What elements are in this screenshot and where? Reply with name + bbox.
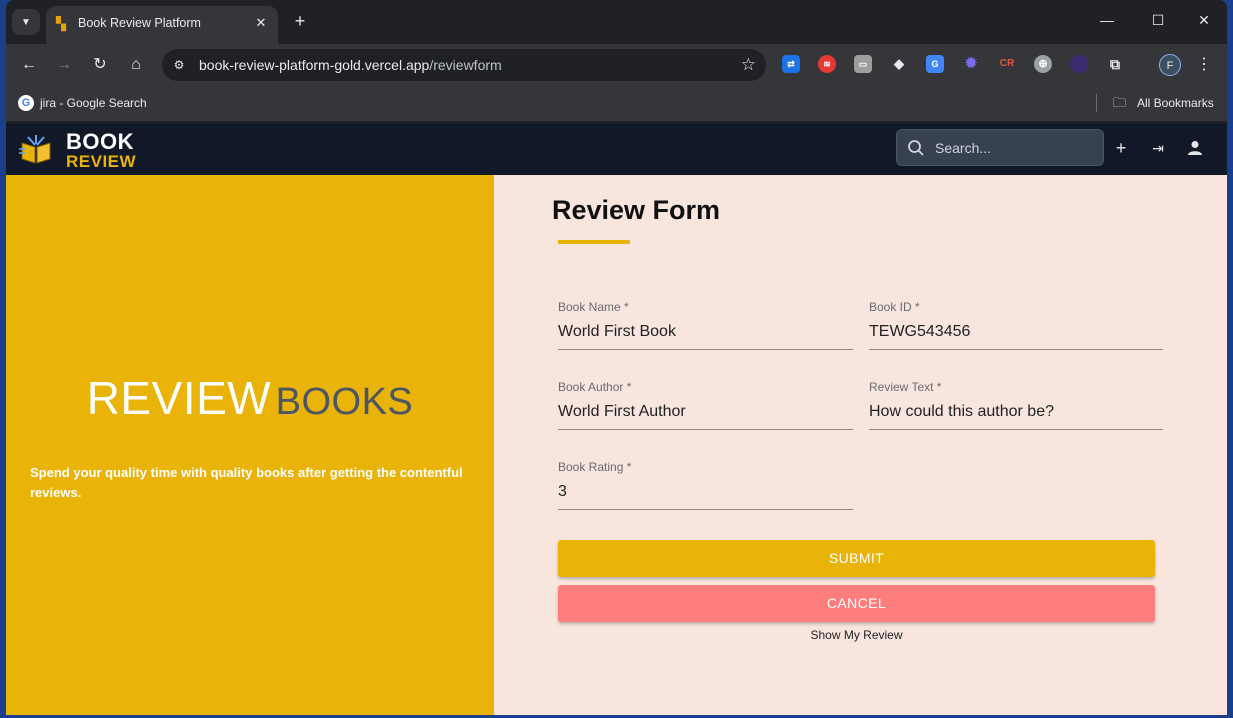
book-favicon-icon: ▚ [56, 16, 66, 31]
address-bar[interactable]: ⚙ book-review-platform-gold.vercel.app/r… [162, 49, 766, 81]
book-author-field[interactable]: Book Author * [558, 380, 853, 430]
cancel-button[interactable]: CANCEL [558, 585, 1155, 622]
moon-ext-icon[interactable] [1070, 55, 1088, 73]
new-tab-button[interactable]: + [289, 10, 311, 32]
bookmarks-bar: G jira - Google Search 🗀 All Bookmarks [6, 86, 1227, 122]
puzzle-icon[interactable]: ⧉ [1106, 55, 1124, 73]
close-tab-icon[interactable]: ✕ [252, 14, 270, 32]
google-icon: G [18, 95, 34, 111]
browser-window: ▼ ▚ Book Review Platform ✕ + — ☐ ✕ ← → ↻… [6, 0, 1227, 715]
review-text-label: Review Text * [869, 380, 942, 394]
globe-ext-icon[interactable]: ⊕ [1034, 55, 1052, 73]
hero-title-books: BOOKS [275, 381, 414, 423]
show-my-review-link[interactable]: Show My Review [558, 628, 1155, 642]
user-icon[interactable] [1185, 138, 1205, 158]
logout-icon[interactable]: ⇥ [1148, 138, 1168, 158]
browser-toolbar: ← → ↻ ⌂ ⚙ book-review-platform-gold.verc… [6, 44, 1227, 86]
bookmarks-divider [1096, 94, 1097, 112]
book-id-label: Book ID * [869, 300, 920, 314]
search-icon [908, 140, 924, 156]
search-input[interactable] [935, 130, 1095, 165]
submit-button[interactable]: SUBMIT [558, 540, 1155, 577]
tab-search-button[interactable]: ▼ [12, 9, 40, 35]
hero-title-review: REVIEW [86, 372, 272, 424]
star-ext-icon[interactable]: ✹ [962, 55, 980, 73]
book-id-input[interactable] [869, 320, 1163, 344]
logo-text-review[interactable]: REVIEW [66, 152, 136, 172]
minimize-button[interactable]: — [1097, 10, 1117, 30]
maximize-button[interactable]: ☐ [1148, 10, 1168, 30]
tag-ext-icon[interactable]: ◆ [890, 55, 908, 73]
bookmark-star-icon[interactable]: ☆ [741, 55, 756, 75]
app-page: BOOK REVIEW + ⇥ REVIEW BOOKS Spend your [6, 123, 1227, 715]
book-logo-icon [19, 135, 51, 164]
hero-subtitle: Spend your quality time with quality boo… [30, 465, 463, 500]
book-rating-label: Book Rating * [558, 460, 632, 474]
window-ext-icon[interactable]: ▭ [854, 55, 872, 73]
url-text[interactable]: book-review-platform-gold.vercel.app/rev… [199, 57, 502, 73]
site-info-icon[interactable]: ⚙ [170, 56, 188, 74]
bookmark-jira[interactable]: jira - Google Search [40, 96, 147, 110]
form-panel: Review Form Book Name * Book ID * Book A… [494, 175, 1227, 715]
red-circle-ext-icon[interactable]: ≋ [818, 55, 836, 73]
review-text-input[interactable] [869, 400, 1163, 424]
browser-menu-icon[interactable]: ⋮ [1196, 54, 1212, 76]
folder-icon: 🗀 [1113, 95, 1127, 110]
google-translate-ext-icon[interactable]: G [926, 55, 944, 73]
book-rating-field[interactable]: Book Rating * [558, 460, 853, 510]
search-box[interactable] [896, 129, 1104, 166]
forward-icon[interactable]: → [53, 54, 75, 76]
title-underline [558, 240, 630, 244]
back-icon[interactable]: ← [18, 54, 40, 76]
book-rating-input[interactable] [558, 480, 853, 504]
book-author-label: Book Author * [558, 380, 632, 394]
book-name-label: Book Name * [558, 300, 629, 314]
close-window-button[interactable]: ✕ [1194, 10, 1214, 30]
tab-title: Book Review Platform [78, 16, 201, 30]
translate-ext-icon[interactable]: ⇄ [782, 55, 800, 73]
book-author-input[interactable] [558, 400, 853, 424]
tab-strip: ▼ ▚ Book Review Platform ✕ + — ☐ ✕ [6, 0, 1227, 44]
book-name-field[interactable]: Book Name * [558, 300, 853, 350]
book-id-field[interactable]: Book ID * [869, 300, 1163, 350]
add-icon[interactable]: + [1111, 138, 1131, 158]
reload-icon[interactable]: ↻ [89, 54, 111, 76]
tab-book-review[interactable]: ▚ Book Review Platform ✕ [46, 6, 278, 44]
book-name-input[interactable] [558, 320, 853, 344]
form-title: Review Form [552, 195, 721, 225]
hero-title: REVIEW BOOKS [6, 371, 494, 425]
cr-ext-icon[interactable]: CR [998, 55, 1016, 73]
home-icon[interactable]: ⌂ [125, 54, 147, 76]
review-text-field[interactable]: Review Text * [869, 380, 1163, 430]
hero-panel: REVIEW BOOKS Spend your quality time wit… [6, 175, 494, 715]
all-bookmarks-button[interactable]: All Bookmarks [1137, 96, 1214, 110]
app-header: BOOK REVIEW + ⇥ [6, 123, 1227, 175]
profile-avatar[interactable]: F [1159, 54, 1181, 76]
